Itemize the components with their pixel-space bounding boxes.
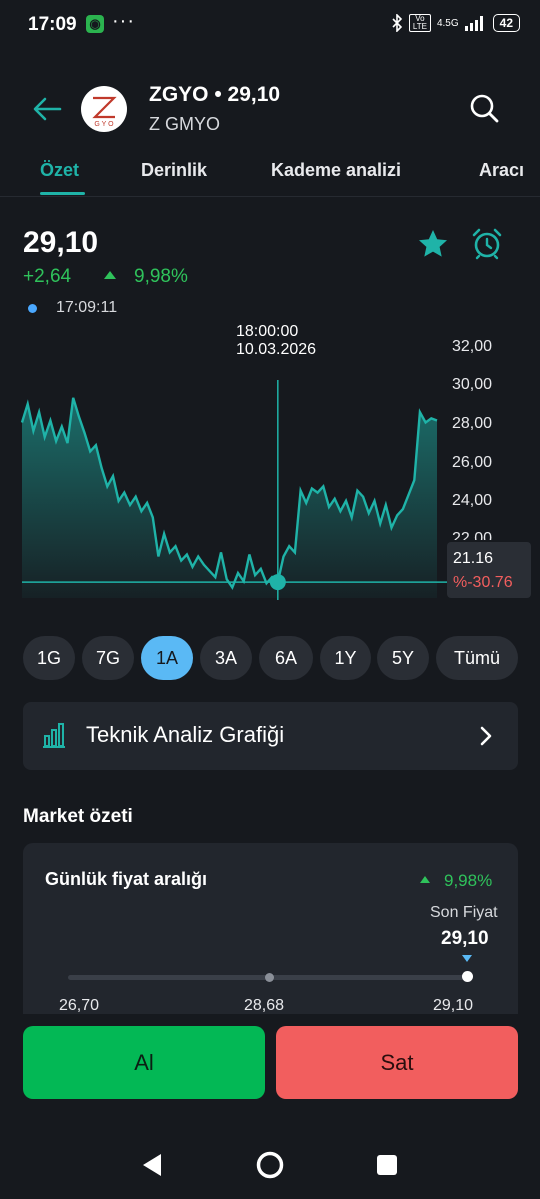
range-low: 26,70 — [59, 997, 100, 1014]
alarm-icon[interactable] — [470, 226, 504, 260]
y-tick-label: 32,00 — [452, 338, 493, 355]
network-label: 4.5G — [436, 17, 459, 29]
crosshair-time: 18:00:00 — [236, 323, 299, 340]
y-tick-label: 24,00 — [452, 492, 493, 509]
y-tick-label: 30,00 — [452, 376, 493, 393]
bar-chart-icon — [43, 723, 65, 748]
crosshair-point — [269, 574, 286, 591]
range-last-dot — [462, 971, 473, 982]
up-arrow-icon — [104, 271, 116, 279]
y-tick-label: 26,00 — [452, 454, 493, 471]
period-6a[interactable]: 6A — [259, 636, 313, 680]
period-7g[interactable]: 7G — [82, 636, 134, 680]
up-arrow-icon — [420, 876, 430, 883]
buy-button[interactable]: Al — [23, 1026, 265, 1099]
chevron-right-icon — [480, 726, 492, 746]
signal-icon — [464, 16, 483, 31]
last-price-label: Son Fiyat — [430, 904, 498, 921]
daily-change-percent: 9,98% — [444, 871, 493, 890]
battery-icon: 42 — [492, 14, 520, 32]
period-1g[interactable]: 1G — [23, 636, 75, 680]
star-icon[interactable] — [417, 228, 449, 260]
active-tab-indicator — [40, 192, 85, 195]
current-price: 29,10 — [23, 226, 99, 259]
nav-home-icon[interactable] — [254, 1145, 286, 1185]
price-change-percent: 9,98% — [134, 266, 188, 287]
tab-araci[interactable]: Aracı — [479, 160, 540, 181]
tab-ozet[interactable]: Özet — [40, 160, 79, 181]
crosshair-label: 18:00:00 10.03.2026 — [236, 323, 316, 359]
market-summary-title: Market özeti — [23, 806, 133, 827]
app-notification-icon: ◉ — [86, 15, 104, 33]
period-1a[interactable]: 1A — [141, 636, 193, 680]
sell-button[interactable]: Sat — [276, 1026, 518, 1099]
period-1y[interactable]: 1Y — [320, 636, 371, 680]
volte-label: Vo LTE — [408, 14, 431, 32]
crosshair-change: %-30.76 — [453, 574, 513, 591]
nav-recents-icon[interactable] — [374, 1145, 400, 1185]
live-indicator-icon — [28, 304, 37, 313]
status-time: 17:09 — [28, 14, 77, 35]
tab-kademe-analizi[interactable]: Kademe analizi — [271, 160, 401, 181]
page-title: ZGYO • 29,10 — [149, 83, 281, 106]
period-3a[interactable]: 3A — [200, 636, 252, 680]
range-high: 29,10 — [433, 997, 474, 1014]
company-logo: G Y O — [81, 86, 127, 132]
range-mid: 28,68 — [244, 997, 285, 1014]
technical-analysis-label: Teknik Analiz Grafiği — [86, 722, 285, 747]
quote-time: 17:09:11 — [56, 299, 118, 316]
more-notifications-icon: ··· — [112, 10, 135, 32]
period-tumu[interactable]: Tümü — [436, 636, 518, 680]
period-5y[interactable]: 5Y — [377, 636, 429, 680]
crosshair-date: 10.03.2026 — [236, 341, 317, 358]
crosshair-value: 21.16 — [453, 550, 494, 567]
y-tick-label: 22,00 — [452, 530, 493, 540]
last-price-marker-icon — [462, 955, 472, 962]
tab-derinlik[interactable]: Derinlik — [141, 160, 207, 181]
last-price-value: 29,10 — [441, 928, 489, 949]
svg-text:G Y O: G Y O — [94, 121, 114, 128]
range-mid-dot — [265, 973, 274, 982]
back-arrow-icon[interactable] — [30, 92, 64, 126]
y-tick-label: 28,00 — [452, 415, 493, 432]
daily-range-title: Günlük fiyat aralığı — [45, 869, 208, 889]
search-icon[interactable] — [468, 92, 500, 124]
status-right: Vo LTE 4.5G 42 — [391, 14, 520, 32]
company-name: Z GMYO — [149, 114, 220, 134]
price-change: +2,64 — [23, 266, 72, 287]
status-bar: 17:09 ◉ ··· Vo LTE 4.5G 42 — [0, 0, 540, 50]
nav-back-icon[interactable] — [140, 1145, 166, 1185]
tabs-divider — [0, 196, 540, 197]
bluetooth-icon — [392, 14, 403, 32]
